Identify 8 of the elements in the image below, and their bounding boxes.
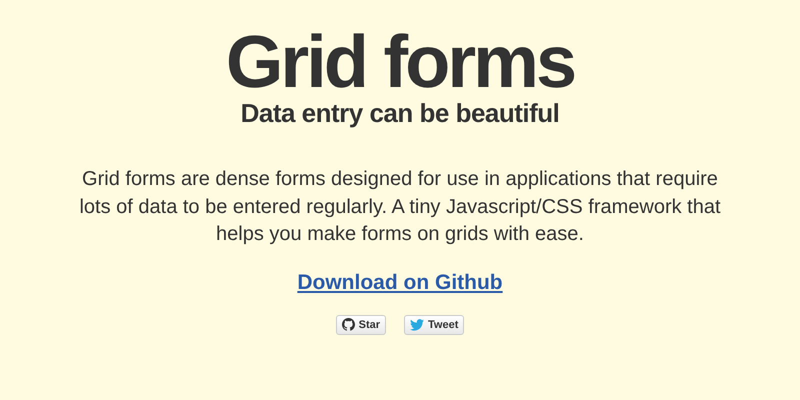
tweet-button[interactable]: Tweet [404,314,464,334]
bird-icon [410,318,424,330]
download-link[interactable]: Download on Github [297,270,503,294]
github-icon [342,318,355,331]
page-title: Grid forms [226,26,574,98]
tagline: Data entry can be beautiful [240,98,560,128]
star-button[interactable]: Star [336,314,386,334]
description: Grid forms are dense forms designed for use in applications that require lots of data to be entered regularly. A tiny Javascript/CSS framework that helps you make forms on grids with ease. [78,167,722,247]
